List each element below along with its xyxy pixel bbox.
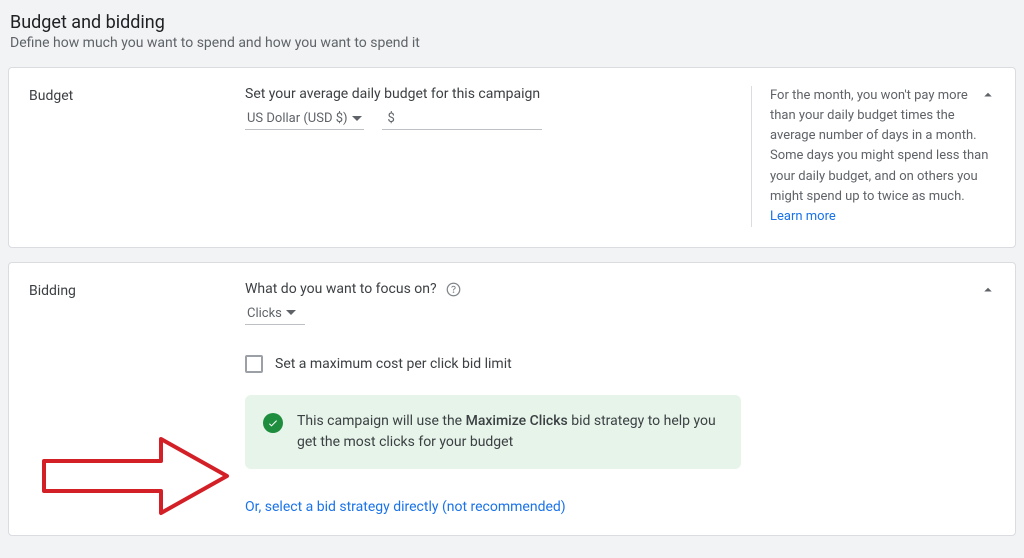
banner-bold: Maximize Clicks bbox=[466, 413, 568, 429]
currency-value: US Dollar (USD $) bbox=[247, 111, 348, 126]
max-cpc-label: Set a maximum cost per click bid limit bbox=[275, 356, 512, 372]
currency-select[interactable]: US Dollar (USD $) bbox=[245, 108, 364, 130]
learn-more-link[interactable]: Learn more bbox=[770, 209, 836, 224]
chevron-down-icon bbox=[286, 308, 296, 318]
help-icon[interactable] bbox=[446, 282, 461, 297]
budget-card: Budget Set your average daily budget for… bbox=[8, 67, 1016, 248]
bidding-card: Bidding What do you want to focus on? Cl… bbox=[8, 262, 1016, 536]
max-cpc-checkbox[interactable] bbox=[245, 355, 263, 373]
budget-label: Budget bbox=[29, 86, 245, 104]
check-circle-icon bbox=[263, 413, 283, 433]
focus-value: Clicks bbox=[247, 306, 282, 321]
page-subtitle: Define how much you want to spend and ho… bbox=[10, 35, 1014, 51]
chevron-down-icon bbox=[352, 114, 362, 124]
page-title: Budget and bidding bbox=[10, 12, 1014, 33]
budget-heading: Set your average daily budget for this c… bbox=[245, 86, 743, 102]
budget-amount-input[interactable]: $ bbox=[382, 108, 542, 130]
currency-symbol: $ bbox=[388, 111, 395, 126]
collapse-budget-icon[interactable] bbox=[979, 86, 997, 104]
focus-select[interactable]: Clicks bbox=[245, 303, 305, 325]
strategy-banner: This campaign will use the Maximize Clic… bbox=[245, 395, 741, 469]
banner-pre: This campaign will use the bbox=[297, 413, 466, 429]
collapse-bidding-icon[interactable] bbox=[979, 281, 997, 299]
budget-side-help: For the month, you won't pay more than y… bbox=[751, 86, 995, 227]
bidding-label: Bidding bbox=[29, 281, 245, 299]
bidding-heading: What do you want to focus on? bbox=[245, 281, 987, 297]
select-bid-strategy-link[interactable]: Or, select a bid strategy directly (not … bbox=[245, 499, 566, 515]
